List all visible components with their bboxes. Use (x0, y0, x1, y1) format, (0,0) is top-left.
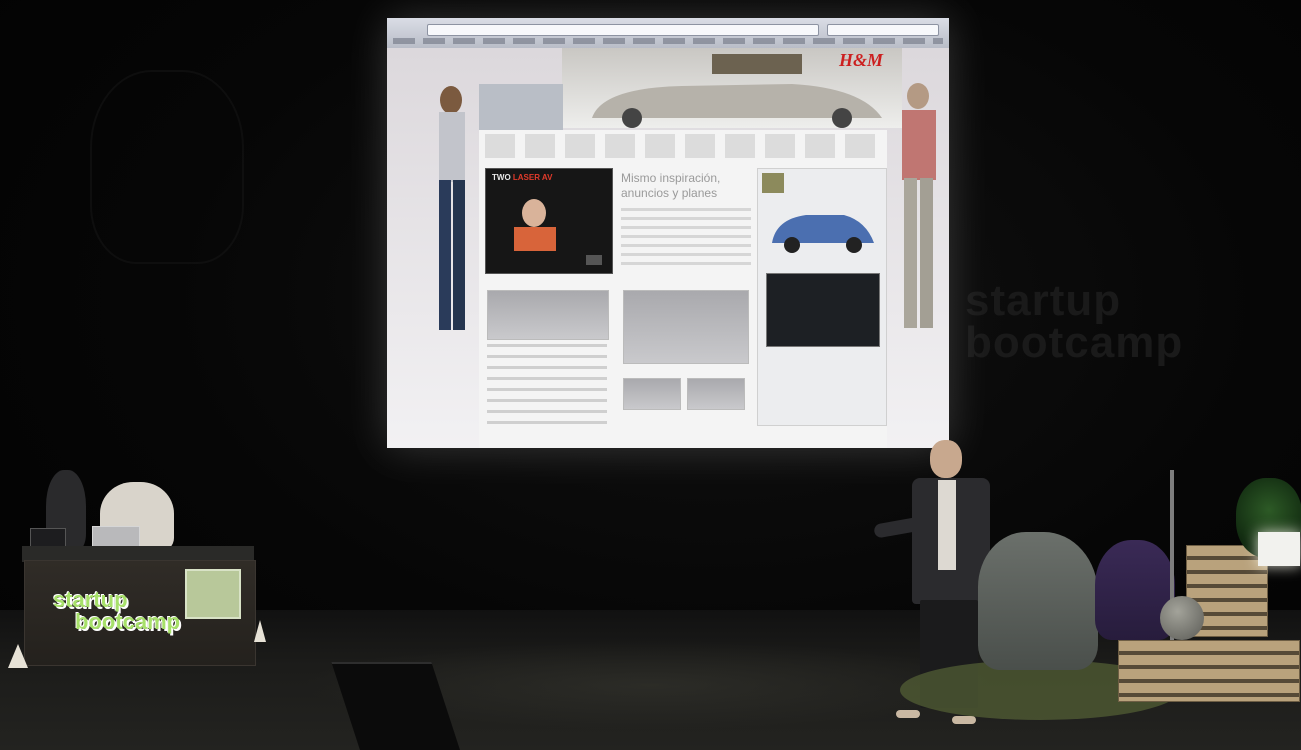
speaker-shoe-left (896, 710, 920, 718)
browser-toolbar (387, 18, 949, 48)
backdrop-logo: startup bootcamp (965, 276, 1184, 367)
dashboard-ad-image (766, 273, 880, 347)
video-title-white: TWO (492, 173, 513, 182)
pallet-stack-floor (1118, 640, 1300, 702)
news-list (487, 344, 607, 424)
stage-scene: startup bootcamp H&M TWO LASER AV Mismo … (0, 0, 1301, 750)
video-title-red: LASER AV (512, 173, 553, 182)
backdrop-logo-line2: bootcamp (965, 318, 1184, 367)
news-thumbnail-4 (687, 378, 745, 410)
athlete-image (514, 199, 602, 265)
browser-search-box (827, 24, 939, 36)
logo-line1: startup (53, 587, 128, 612)
video-ad: TWO LASER AV (485, 168, 613, 274)
cone-left (8, 644, 28, 668)
wall-sketch (90, 70, 244, 264)
banner-table: startup bootcamp (24, 560, 256, 666)
article-headline: Mismo inspiración, anuncios y planes (621, 171, 721, 200)
speaker-head (930, 440, 962, 478)
beanbag-grey (978, 532, 1098, 670)
projection-screen: H&M TWO LASER AV Mismo inspiración, anun… (387, 18, 949, 448)
site-nav-row (485, 134, 883, 158)
news-thumbnail-2 (623, 290, 749, 364)
blue-car-image (772, 215, 874, 253)
video-ad-title: TWO LASER AV (492, 173, 552, 182)
fashion-model-left (439, 86, 465, 330)
cone-right (254, 620, 266, 642)
footprints-logo (185, 569, 241, 619)
news-thumbnail-1 (487, 290, 609, 340)
article-text (621, 208, 751, 268)
ad-badge (762, 173, 784, 193)
sidebar-ad-panel (757, 168, 887, 426)
startup-bootcamp-logo: startup bootcamp (53, 589, 180, 633)
globe-lamp (1160, 596, 1204, 640)
speaker-shirt (938, 480, 956, 570)
backdrop-logo-line1: startup (965, 276, 1122, 325)
news-thumbnail-3 (623, 378, 681, 410)
speaker-shoe-right (952, 716, 976, 724)
browser-address-bar (427, 24, 819, 36)
light-box (1258, 532, 1300, 566)
bookmarks-bar (393, 38, 943, 44)
hm-logo: H&M (839, 50, 884, 70)
header-logo-block (479, 84, 563, 130)
logo-line2: bootcamp (75, 609, 181, 634)
